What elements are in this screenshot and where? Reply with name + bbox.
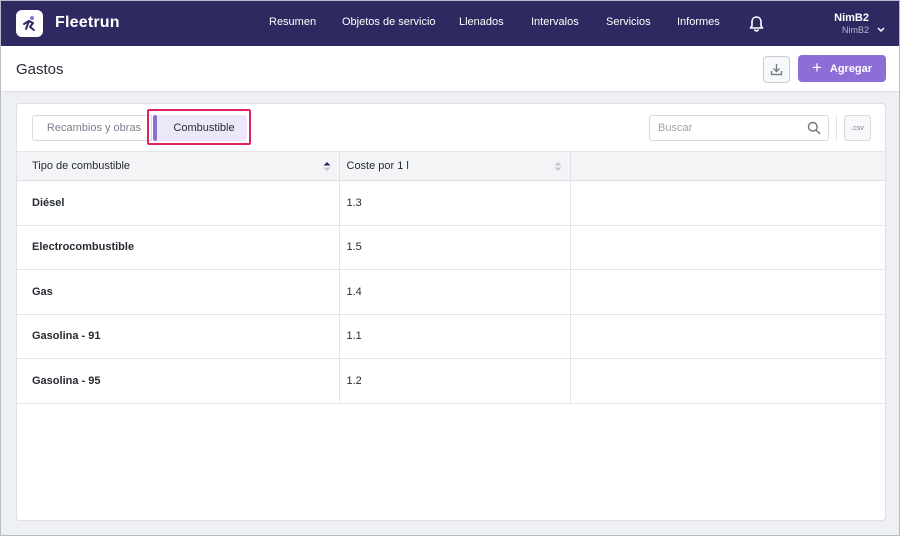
csv-export-button[interactable]: .csv bbox=[844, 115, 871, 141]
toolbar-divider bbox=[836, 115, 837, 141]
user-name: NimB2 bbox=[834, 12, 869, 24]
table-row[interactable]: Gasolina - 91 1.1 bbox=[17, 314, 885, 359]
nav-item-servicios[interactable]: Servicios bbox=[606, 16, 651, 28]
top-navbar: Fleetrun Resumen Objetos de servicio Lle… bbox=[1, 1, 899, 46]
table-row[interactable]: Gasolina - 95 1.2 bbox=[17, 358, 885, 404]
column-header-label: Coste por 1 l bbox=[346, 160, 409, 172]
sort-icon[interactable] bbox=[554, 161, 562, 172]
expenses-card: Recambios y obras Combustible .csv Tipo … bbox=[16, 103, 886, 521]
cost-cell: 1.1 bbox=[338, 314, 570, 359]
nav-item-informes[interactable]: Informes bbox=[677, 16, 720, 28]
user-menu[interactable]: NimB2 NimB2 bbox=[834, 12, 869, 36]
user-account: NimB2 bbox=[841, 25, 869, 35]
download-button[interactable] bbox=[763, 56, 790, 83]
empty-cell bbox=[569, 180, 885, 226]
plus-icon: + bbox=[811, 58, 822, 77]
fleetrun-logo-icon[interactable] bbox=[16, 10, 43, 37]
csv-label: .csv bbox=[851, 124, 864, 132]
table-header-row: Tipo de combustible Coste por 1 l bbox=[17, 151, 885, 181]
empty-cell bbox=[569, 225, 885, 270]
nav-item-llenados[interactable]: Llenados bbox=[459, 16, 504, 28]
fuel-type-cell: Diésel bbox=[17, 180, 339, 226]
column-header-tipo-de-combustible[interactable]: Tipo de combustible bbox=[17, 151, 339, 181]
page-title: Gastos bbox=[16, 61, 64, 78]
column-header-coste-por-1-l[interactable]: Coste por 1 l bbox=[338, 151, 570, 181]
column-header-empty bbox=[569, 151, 885, 181]
empty-cell bbox=[569, 314, 885, 359]
active-tab-indicator bbox=[153, 115, 157, 141]
table-row[interactable]: Electrocombustible 1.5 bbox=[17, 225, 885, 270]
bell-icon[interactable] bbox=[748, 15, 765, 33]
download-icon bbox=[770, 64, 783, 76]
table-row[interactable]: Diésel 1.3 bbox=[17, 180, 885, 226]
chevron-down-icon[interactable] bbox=[877, 20, 885, 33]
fuel-type-cell: Gas bbox=[17, 269, 339, 315]
nav-item-intervalos[interactable]: Intervalos bbox=[531, 16, 579, 28]
fuel-cost-table: Tipo de combustible Coste por 1 l Diésel… bbox=[17, 151, 885, 404]
cost-cell: 1.3 bbox=[338, 180, 570, 226]
fuel-type-cell: Gasolina - 95 bbox=[17, 358, 339, 404]
add-button-label: Agregar bbox=[829, 62, 873, 75]
tab-combustible[interactable]: Combustible bbox=[153, 115, 247, 141]
tab-recambios-y-obras[interactable]: Recambios y obras bbox=[32, 115, 152, 141]
nav-item-objetos-de-servicio[interactable]: Objetos de servicio bbox=[342, 16, 436, 28]
fuel-type-cell: Electrocombustible bbox=[17, 225, 339, 270]
cost-cell: 1.4 bbox=[338, 269, 570, 315]
page-header: Gastos + Agregar bbox=[1, 46, 899, 92]
tab-label: Combustible bbox=[173, 122, 235, 134]
search-icon[interactable] bbox=[807, 121, 821, 135]
nav-item-resumen[interactable]: Resumen bbox=[269, 16, 316, 28]
table-row[interactable]: Gas 1.4 bbox=[17, 269, 885, 315]
add-button[interactable]: + Agregar bbox=[798, 55, 886, 82]
search-input[interactable] bbox=[649, 115, 829, 141]
fuel-type-cell: Gasolina - 91 bbox=[17, 314, 339, 359]
empty-cell bbox=[569, 269, 885, 315]
cost-cell: 1.2 bbox=[338, 358, 570, 404]
tab-label: Recambios y obras bbox=[46, 122, 142, 134]
brand-name[interactable]: Fleetrun bbox=[55, 14, 120, 32]
sort-asc-icon[interactable] bbox=[323, 161, 331, 172]
empty-cell bbox=[569, 358, 885, 404]
column-header-label: Tipo de combustible bbox=[32, 160, 131, 172]
cost-cell: 1.5 bbox=[338, 225, 570, 270]
